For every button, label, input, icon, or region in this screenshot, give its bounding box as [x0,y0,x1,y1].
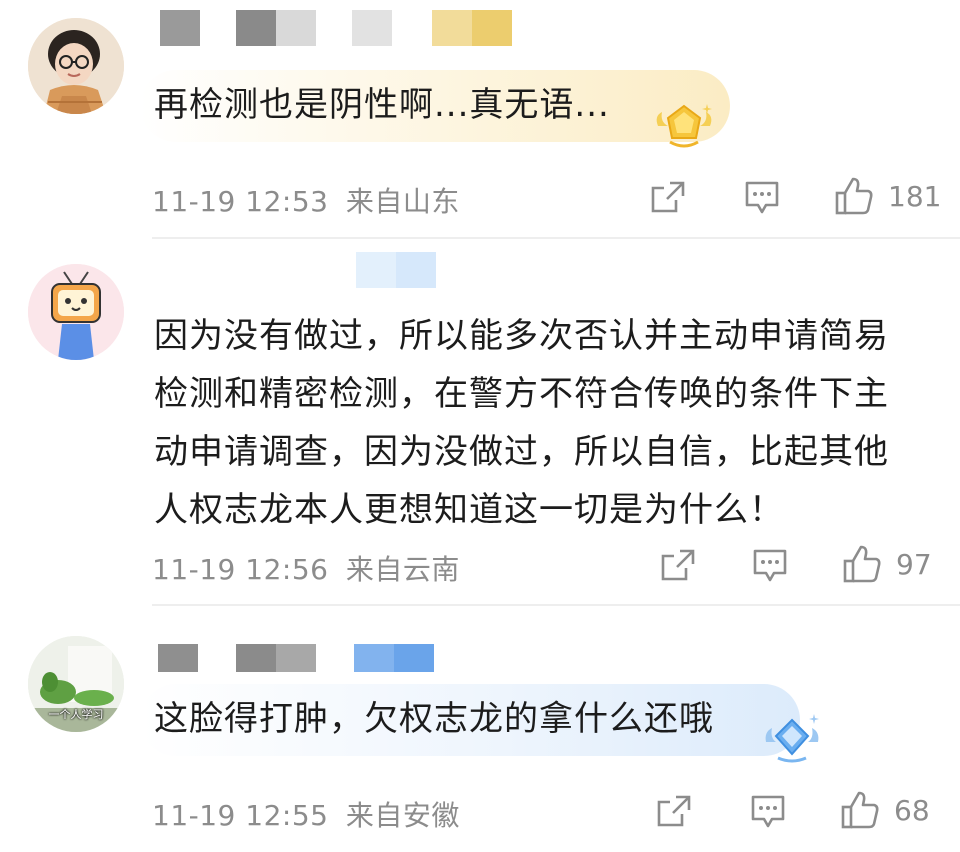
thumbs-up-icon[interactable] [842,544,882,588]
like-count: 181 [888,180,942,213]
comment-text-line: 人权志龙本人更想知道这一切是为什么！ [154,490,784,530]
like-count: 68 [894,794,930,827]
thumbs-up-icon[interactable] [834,176,874,220]
comment-item: 一个人学习 这脸得打肿，欠权志龙的拿什么还哦 11-19 12:55 来自安徽 … [0,606,960,852]
avatar[interactable] [28,18,124,114]
gold-crown-badge [652,100,716,156]
comment-location: 来自安徽 [345,799,460,832]
share-icon[interactable] [656,794,692,832]
comment-text-line: 因为没有做过，所以能多次否认并主动申请简易 [154,316,889,356]
share-icon[interactable] [660,548,696,586]
comment-icon[interactable] [750,794,786,834]
comment-item: 再检测也是阴性啊...真无语... 11-19 12:53 来自山东 181 [0,0,960,238]
like-count: 97 [896,548,932,581]
share-icon[interactable] [650,180,686,218]
blue-diamond-badge [762,712,822,770]
comment-icon[interactable] [752,548,788,588]
comment-meta: 11-19 12:55 来自安徽 [152,794,460,834]
comment-time: 11-19 12:53 [152,185,329,218]
comment-location: 来自云南 [345,553,460,586]
comment-meta: 11-19 12:56 来自云南 [152,548,460,588]
comment-location: 来自山东 [345,185,460,218]
comment-icon[interactable] [744,180,780,220]
username-mosaic[interactable] [156,10,516,50]
comment-item: 因为没有做过，所以能多次否认并主动申请简易 检测和精密检测，在警方不符合传唤的条… [0,240,960,606]
comment-text: 再检测也是阴性啊...真无语... [154,85,610,125]
thumbs-up-icon[interactable] [840,790,880,834]
avatar[interactable] [28,264,124,360]
comment-text: 这脸得打肿，欠权志龙的拿什么还哦 [154,699,714,739]
comment-time: 11-19 12:56 [152,553,329,586]
comment-text-line: 检测和精密检测，在警方不符合传唤的条件下主 [154,374,889,414]
comment-text-line: 动申请调查，因为没做过，所以自信，比起其他 [154,432,889,472]
comment-meta: 11-19 12:53 来自山东 [152,180,460,220]
divider [152,237,960,239]
comment-time: 11-19 12:55 [152,799,329,832]
username-mosaic[interactable] [156,644,456,684]
avatar[interactable]: 一个人学习 [28,636,124,732]
username-mosaic[interactable] [156,252,456,292]
avatar-caption: 一个人学习 [48,708,104,721]
